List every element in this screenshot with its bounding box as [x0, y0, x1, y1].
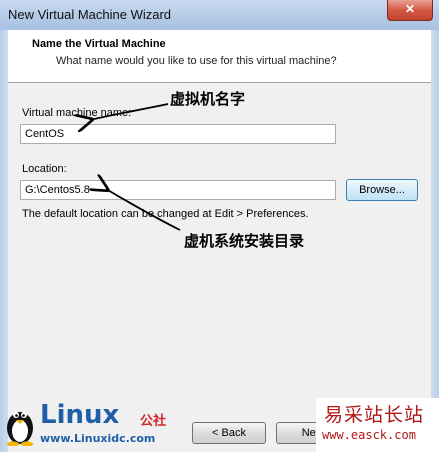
- location-arrow: [106, 189, 181, 231]
- easck-title: 易采站长站: [324, 404, 425, 426]
- tux-penguin-icon: [7, 412, 33, 446]
- easck-url: www.easck.com: [322, 428, 416, 442]
- annotation-arrows: [0, 103, 181, 231]
- linux-logo-cn: 公社: [140, 413, 167, 428]
- linux-logo-text: Linux: [40, 400, 120, 430]
- easck-watermark: 易采站长站 www.easck.com: [316, 398, 439, 452]
- wizard-window: New Virtual Machine Wizard ✕ Name the Vi…: [0, 0, 439, 452]
- linux-logo-url: www.Linuxidc.com: [40, 432, 156, 445]
- linuxidc-watermark: Linux 公社 www.Linuxidc.com: [0, 398, 190, 452]
- name-arrow: [90, 103, 169, 120]
